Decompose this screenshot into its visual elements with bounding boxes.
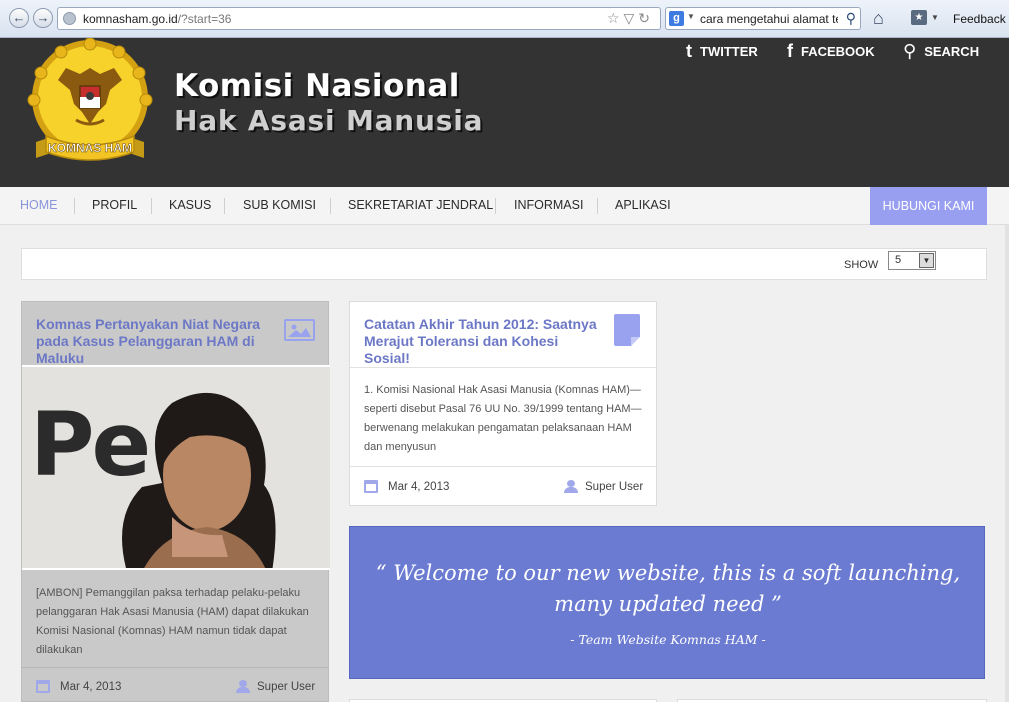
search-icon[interactable]: ⚲: [846, 10, 856, 27]
article-date-text: Mar 4, 2013: [60, 680, 122, 693]
article-meta: Mar 4, 2013 Super User: [350, 466, 656, 506]
facebook-icon: f: [787, 41, 793, 61]
nav-divider: [597, 198, 598, 214]
nav-item-home[interactable]: HOME: [20, 198, 58, 212]
feedback-button[interactable]: Feedback: [953, 12, 1006, 26]
divider: [350, 367, 656, 368]
user-icon: [564, 480, 578, 493]
main-content: SHOW 5 ▼ Komnas Pertanyakan Niat Negara …: [0, 225, 1009, 702]
nav-item-sekretariat-jendral[interactable]: SEKRETARIAT JENDRAL: [348, 198, 493, 212]
nav-item-informasi[interactable]: INFORMASI: [514, 198, 583, 212]
nav-item-kasus[interactable]: KASUS: [169, 198, 211, 212]
search-input[interactable]: cara mengetahui alamat te: [700, 12, 838, 26]
contact-button[interactable]: HUBUNGI KAMI: [870, 187, 987, 225]
twitter-icon: t: [686, 41, 692, 61]
chevron-down-icon[interactable]: ▼: [919, 253, 934, 268]
show-select[interactable]: 5 ▼: [888, 251, 936, 270]
document-icon: [614, 314, 640, 346]
url-domain: komnasham.go.id: [83, 12, 178, 26]
nav-divider: [151, 198, 152, 214]
user-icon: [236, 680, 250, 693]
article-author-text: Super User: [257, 680, 316, 693]
site-title[interactable]: Komisi Nasional: [174, 68, 460, 104]
image-icon: [284, 319, 315, 341]
nav-divider: [74, 198, 75, 214]
article-title[interactable]: Catatan Akhir Tahun 2012: Saatnya Meraju…: [364, 316, 600, 367]
chevron-down-icon[interactable]: ▼: [931, 13, 939, 22]
nav-item-aplikasi[interactable]: APLIKASI: [615, 198, 671, 212]
calendar-icon: [36, 680, 50, 693]
forward-button[interactable]: →: [33, 8, 53, 28]
site-subtitle[interactable]: Hak Asasi Manusia: [174, 104, 483, 137]
logo-text: KOMNAS HAM: [48, 141, 132, 155]
image-icon-glyph: [288, 324, 311, 337]
twitter-label: TWITTER: [700, 43, 758, 59]
article-card: Komnas Pertanyakan Niat Negara pada Kasu…: [21, 301, 330, 702]
show-value: 5: [895, 254, 902, 266]
home-icon[interactable]: ⌂: [873, 9, 884, 27]
site-header: KOMNAS HAM Komisi Nasional Hak Asasi Man…: [0, 38, 1009, 187]
article-excerpt: 1. Komisi Nasional Hak Asasi Manusia (Ko…: [364, 384, 642, 453]
article-author[interactable]: Super User: [236, 680, 315, 693]
browser-toolbar: ← → komnasham.go.id/?start=36 ☆▽↻ g ▼ ca…: [0, 0, 1009, 38]
article-author[interactable]: Super User: [564, 480, 643, 493]
facebook-label: FACEBOOK: [801, 43, 875, 59]
nav-item-profil[interactable]: PROFIL: [92, 198, 137, 212]
facebook-link[interactable]: f FACEBOOK: [787, 41, 875, 61]
twitter-link[interactable]: t TWITTER: [686, 41, 758, 61]
komnas-ham-logo[interactable]: KOMNAS HAM: [22, 38, 158, 169]
globe-icon: [63, 12, 76, 25]
article-title[interactable]: Komnas Pertanyakan Niat Negara pada Kasu…: [36, 316, 272, 367]
quote-text: “ Welcome to our new website, this is a …: [375, 561, 961, 616]
show-filter-bar: SHOW 5 ▼: [21, 248, 987, 280]
browser-search-box[interactable]: g ▼ cara mengetahui alamat te ⚲: [665, 7, 861, 30]
chevron-down-icon[interactable]: ▼: [687, 12, 695, 21]
site-search-link[interactable]: ⚲ SEARCH: [903, 41, 980, 61]
search-label: SEARCH: [924, 43, 980, 59]
article-meta: Mar 4, 2013 Super User: [22, 667, 328, 702]
forward-arrow-icon: →: [36, 10, 50, 25]
nav-divider: [330, 198, 331, 214]
article-date: Mar 4, 2013: [364, 480, 449, 493]
article-date: Mar 4, 2013: [36, 680, 121, 693]
url-bar[interactable]: komnasham.go.id/?start=36 ☆▽↻: [57, 7, 661, 30]
bookmark-icon[interactable]: ★: [911, 10, 927, 25]
nav-divider: [495, 198, 496, 214]
article-author-text: Super User: [585, 480, 644, 493]
quote-author: - Team Website Komnas HAM -: [570, 632, 766, 647]
back-button[interactable]: ←: [9, 8, 29, 28]
show-label: SHOW: [844, 259, 879, 271]
article-excerpt: [AMBON] Pemanggilan paksa terhadap pelak…: [36, 587, 309, 656]
article-card: Catatan Akhir Tahun 2012: Saatnya Meraju…: [349, 301, 657, 506]
nav-divider: [224, 198, 225, 214]
url-path: /?start=36: [177, 12, 232, 26]
photo-portrait: [122, 392, 276, 568]
welcome-quote-banner: “ Welcome to our new website, this is a …: [349, 526, 985, 679]
article-date-text: Mar 4, 2013: [388, 480, 450, 493]
search-icon: ⚲: [903, 41, 917, 61]
page-scrollbar[interactable]: [1005, 225, 1009, 702]
article-image[interactable]: Pe b: [22, 365, 330, 570]
url-bar-icons[interactable]: ☆▽↻: [607, 10, 654, 27]
calendar-icon: [364, 480, 378, 493]
url-text: komnasham.go.id/?start=36: [83, 12, 231, 26]
back-arrow-icon: ←: [12, 10, 26, 25]
nav-item-sub-komisi[interactable]: SUB KOMISI: [243, 198, 316, 212]
google-icon[interactable]: g: [669, 11, 684, 26]
main-nav: HOME PROFIL KASUS SUB KOMISI SEKRETARIAT…: [0, 187, 1009, 225]
